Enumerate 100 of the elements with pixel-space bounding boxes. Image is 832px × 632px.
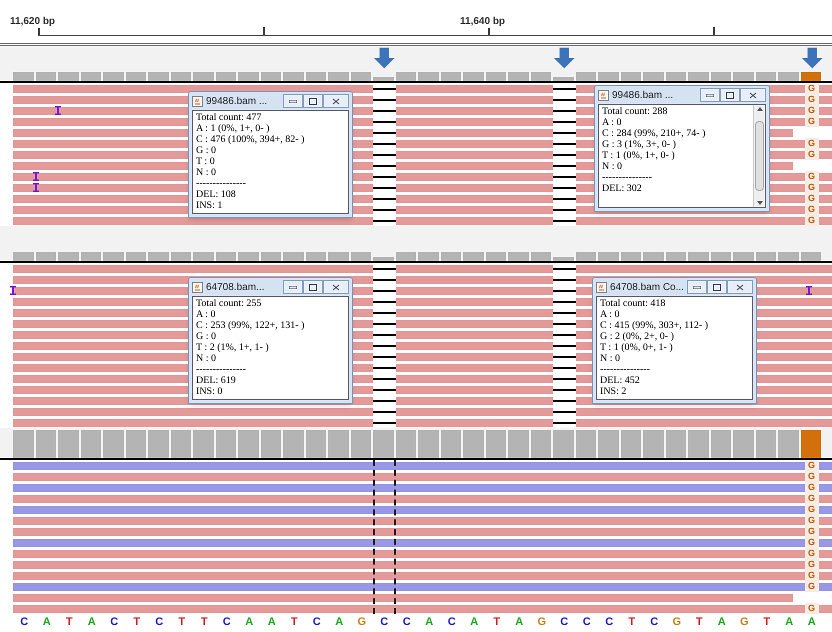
ruler-label: 11,640 bp bbox=[460, 16, 506, 27]
coverage-bar bbox=[328, 430, 348, 458]
deletion-line bbox=[373, 88, 396, 90]
coverage-bar bbox=[350, 252, 371, 261]
coverage-bar bbox=[36, 252, 56, 261]
popup-text-line: --------------- bbox=[196, 364, 247, 375]
deletion-line bbox=[553, 334, 576, 336]
maximize-button[interactable] bbox=[707, 280, 727, 294]
popup-text-line: DEL: 619 bbox=[196, 375, 237, 386]
coverage-bar bbox=[126, 430, 146, 458]
coverage-bar bbox=[328, 252, 348, 261]
coverage-bar bbox=[328, 72, 348, 81]
deletion-line bbox=[553, 164, 576, 166]
coverage-bar bbox=[396, 72, 416, 81]
reference-base: A bbox=[266, 614, 277, 630]
mismatch-base: G bbox=[804, 193, 818, 204]
deletion-line bbox=[553, 300, 576, 302]
scroll-thumb[interactable] bbox=[755, 121, 764, 191]
deletion-line bbox=[373, 154, 396, 156]
minimize-button[interactable] bbox=[700, 88, 720, 102]
coverage-bar bbox=[486, 72, 506, 81]
coverage-bar bbox=[688, 72, 708, 81]
popup-text-line: A : 0 bbox=[600, 309, 620, 320]
popup-text-line: C : 284 (99%, 210+, 74- ) bbox=[602, 128, 706, 139]
window-icon bbox=[596, 282, 607, 292]
ruler-label: 11,620 bp bbox=[10, 16, 56, 27]
coverage-bar bbox=[13, 252, 34, 261]
close-button[interactable] bbox=[323, 94, 349, 108]
close-button[interactable] bbox=[740, 88, 766, 102]
popup-text-line: T : 1 (0%, 1+, 0- ) bbox=[602, 150, 676, 161]
popup-text-line: N : 0 bbox=[196, 353, 217, 364]
deletion-line bbox=[373, 278, 396, 280]
deletion-line bbox=[373, 410, 396, 412]
coverage-bar bbox=[666, 430, 686, 458]
deletion-line bbox=[373, 388, 396, 390]
coverage-bar bbox=[350, 72, 371, 81]
deletion-line bbox=[373, 322, 396, 324]
window-icon bbox=[192, 96, 203, 106]
maximize-button[interactable] bbox=[303, 94, 323, 108]
coverage-bar bbox=[418, 72, 438, 81]
minimize-button[interactable] bbox=[687, 280, 707, 294]
coverage-bar bbox=[373, 77, 394, 81]
window-title: 99486.bam ... bbox=[206, 94, 268, 108]
deletion-line bbox=[553, 378, 576, 380]
scroll-up-icon bbox=[756, 107, 762, 111]
reference-base: A bbox=[806, 614, 817, 630]
scrollbar[interactable] bbox=[753, 105, 765, 207]
deletion-line bbox=[553, 142, 576, 144]
coverage-bar bbox=[778, 430, 798, 458]
maximize-button[interactable] bbox=[720, 88, 740, 102]
mismatch-base: G bbox=[804, 215, 818, 226]
coverage-bar bbox=[733, 72, 754, 81]
coverage-bar bbox=[418, 252, 438, 261]
maximize-button[interactable] bbox=[303, 280, 323, 294]
coverage-bar bbox=[148, 72, 168, 81]
deletion-line bbox=[373, 186, 396, 188]
coverage-bar bbox=[620, 252, 641, 261]
deletion-line bbox=[553, 278, 576, 280]
popup-text-line: DEL: 452 bbox=[600, 375, 641, 386]
minimize-icon bbox=[289, 100, 297, 102]
deletion-line bbox=[553, 268, 576, 270]
coverage-bar bbox=[260, 430, 281, 458]
mismatch-base: G bbox=[804, 603, 818, 614]
coverage-bar bbox=[530, 252, 551, 261]
mismatch-base: G bbox=[804, 116, 818, 127]
ruler-tick bbox=[38, 28, 40, 35]
close-button[interactable] bbox=[323, 280, 349, 294]
coverage-bar bbox=[778, 72, 798, 81]
deletion-line bbox=[553, 198, 576, 200]
coverage-bar bbox=[553, 77, 574, 81]
coverage-bar bbox=[508, 72, 528, 81]
popup-text-line: G : 2 (0%, 2+, 0- ) bbox=[600, 331, 675, 342]
maximize-icon bbox=[309, 284, 317, 290]
ruler-tick bbox=[488, 28, 490, 35]
reference-base: A bbox=[86, 614, 97, 630]
minimize-button[interactable] bbox=[283, 94, 303, 108]
coverage-bar bbox=[463, 72, 484, 81]
window-title: 99486.bam ... bbox=[612, 88, 674, 102]
deletion-line bbox=[553, 208, 576, 210]
popup-text-line: Total count: 418 bbox=[600, 298, 666, 309]
close-button[interactable] bbox=[727, 280, 753, 294]
coverage-bar bbox=[598, 252, 618, 261]
close-icon bbox=[332, 98, 340, 104]
deletion-line bbox=[553, 366, 576, 368]
minimize-button[interactable] bbox=[283, 280, 303, 294]
coverage-bar bbox=[306, 430, 326, 458]
coverage-bar bbox=[373, 430, 394, 458]
mismatch-base: G bbox=[804, 204, 818, 215]
coverage-bar bbox=[598, 72, 618, 81]
coverage-bar bbox=[396, 430, 416, 458]
deletion-line bbox=[373, 120, 396, 122]
deletion-line bbox=[553, 388, 576, 390]
deletion-line bbox=[553, 312, 576, 314]
popup-text-line: Total count: 477 bbox=[196, 112, 262, 123]
deletion-line bbox=[553, 110, 576, 112]
coverage-bar bbox=[103, 252, 124, 261]
reference-base: T bbox=[177, 614, 186, 630]
coverage-bar bbox=[260, 72, 281, 81]
mismatch-base: G bbox=[804, 537, 818, 548]
coverage-bar bbox=[576, 72, 596, 81]
